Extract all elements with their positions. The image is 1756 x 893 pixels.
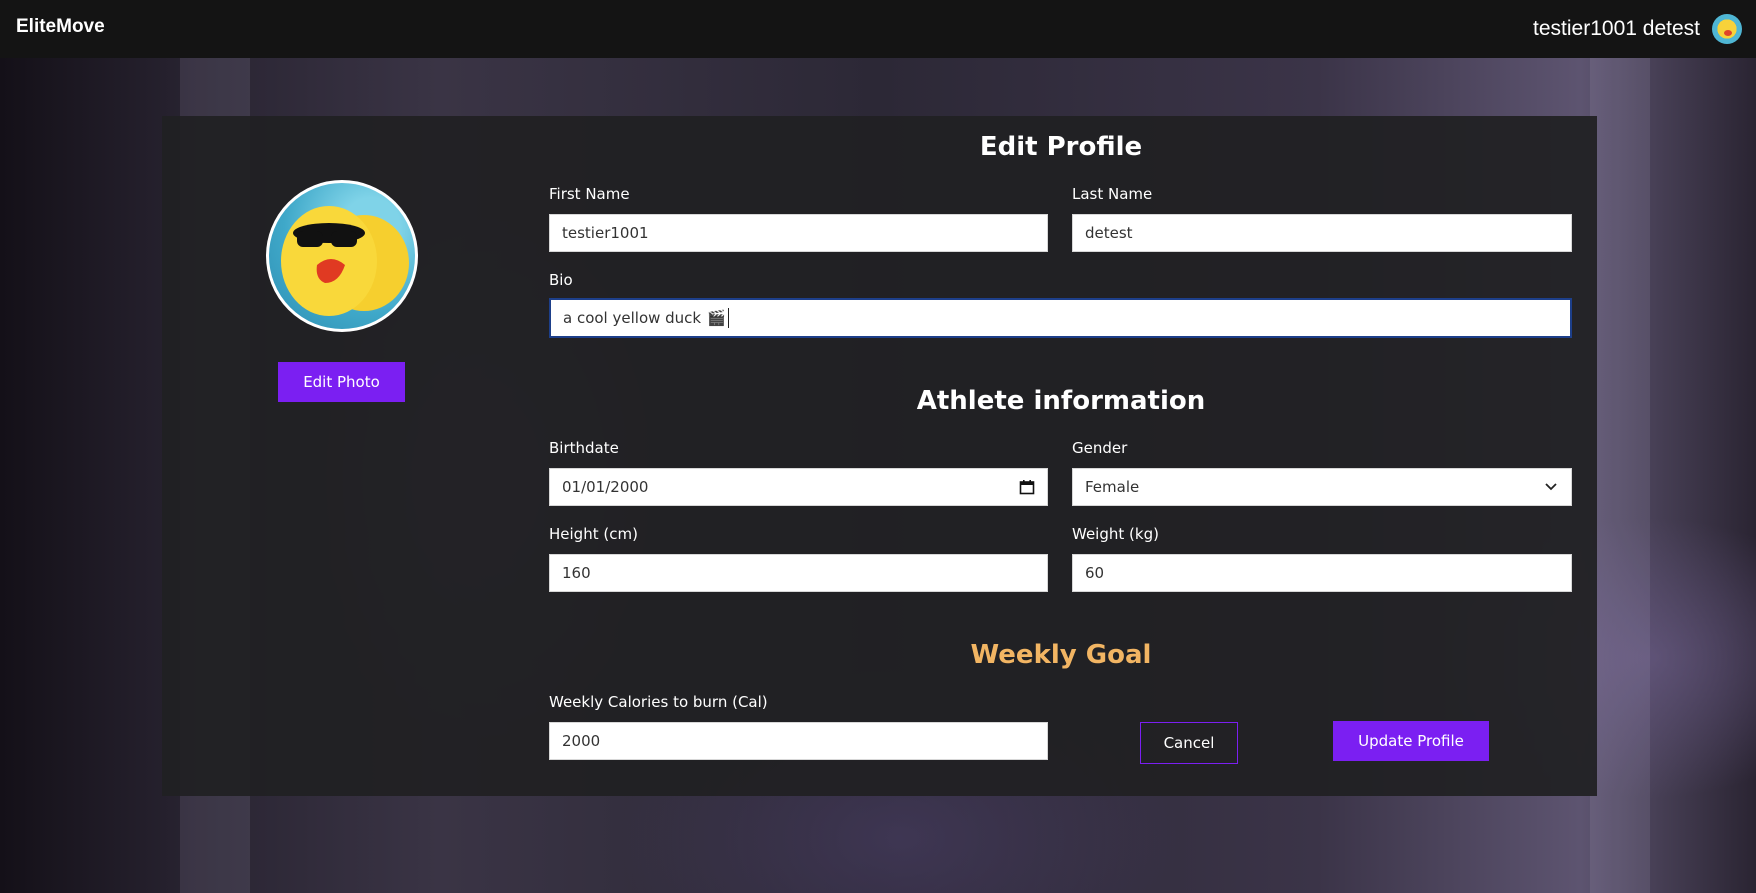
profile-avatar	[266, 180, 418, 332]
edit-photo-button[interactable]: Edit Photo	[278, 362, 405, 402]
last-name-value: detest	[1085, 224, 1133, 242]
birthdate-label: Birthdate	[549, 439, 619, 457]
height-value: 160	[562, 564, 591, 582]
bio-input[interactable]: a cool yellow duck 🎬	[549, 298, 1572, 338]
gender-label: Gender	[1072, 439, 1128, 457]
height-label: Height (cm)	[549, 525, 638, 543]
first-name-label: First Name	[549, 185, 630, 203]
user-menu[interactable]: testier1001 detest	[1533, 11, 1742, 47]
edit-profile-panel: Edit Photo Edit Profile First Name testi…	[162, 116, 1597, 796]
birthdate-value: 01/01/2000	[562, 478, 649, 496]
top-navbar: EliteMove testier1001 detest	[0, 0, 1756, 58]
birthdate-input[interactable]: 01/01/2000	[549, 468, 1048, 506]
brand-logo[interactable]: EliteMove	[16, 16, 105, 38]
user-avatar[interactable]	[1712, 14, 1742, 44]
weight-value: 60	[1085, 564, 1105, 582]
calories-label: Weekly Calories to burn (Cal)	[549, 693, 768, 711]
weekly-goal-title: Weekly Goal	[970, 640, 1152, 670]
clapper-emoji-icon: 🎬	[707, 309, 726, 327]
user-name[interactable]: testier1001 detest	[1533, 17, 1700, 41]
height-input[interactable]: 160	[549, 554, 1048, 592]
chevron-down-icon	[1545, 483, 1557, 491]
text-caret	[727, 308, 729, 328]
last-name-input[interactable]: detest	[1072, 214, 1572, 252]
calories-value: 2000	[562, 732, 601, 750]
gender-select[interactable]: Female	[1072, 468, 1572, 506]
athlete-info-title: Athlete information	[916, 386, 1206, 416]
first-name-input[interactable]: testier1001	[549, 214, 1048, 252]
last-name-label: Last Name	[1072, 185, 1153, 203]
weight-label: Weight (kg)	[1072, 525, 1159, 543]
calories-input[interactable]: 2000	[549, 722, 1048, 760]
edit-profile-title: Edit Profile	[979, 132, 1143, 162]
first-name-value: testier1001	[562, 224, 649, 242]
gender-value: Female	[1085, 478, 1140, 496]
bio-value: a cool yellow duck	[563, 309, 702, 327]
bio-label: Bio	[549, 271, 573, 289]
calendar-icon[interactable]	[1019, 479, 1035, 495]
cancel-button[interactable]: Cancel	[1140, 722, 1238, 764]
update-profile-button[interactable]: Update Profile	[1333, 721, 1489, 761]
duck-avatar-icon	[281, 206, 409, 316]
weight-input[interactable]: 60	[1072, 554, 1572, 592]
